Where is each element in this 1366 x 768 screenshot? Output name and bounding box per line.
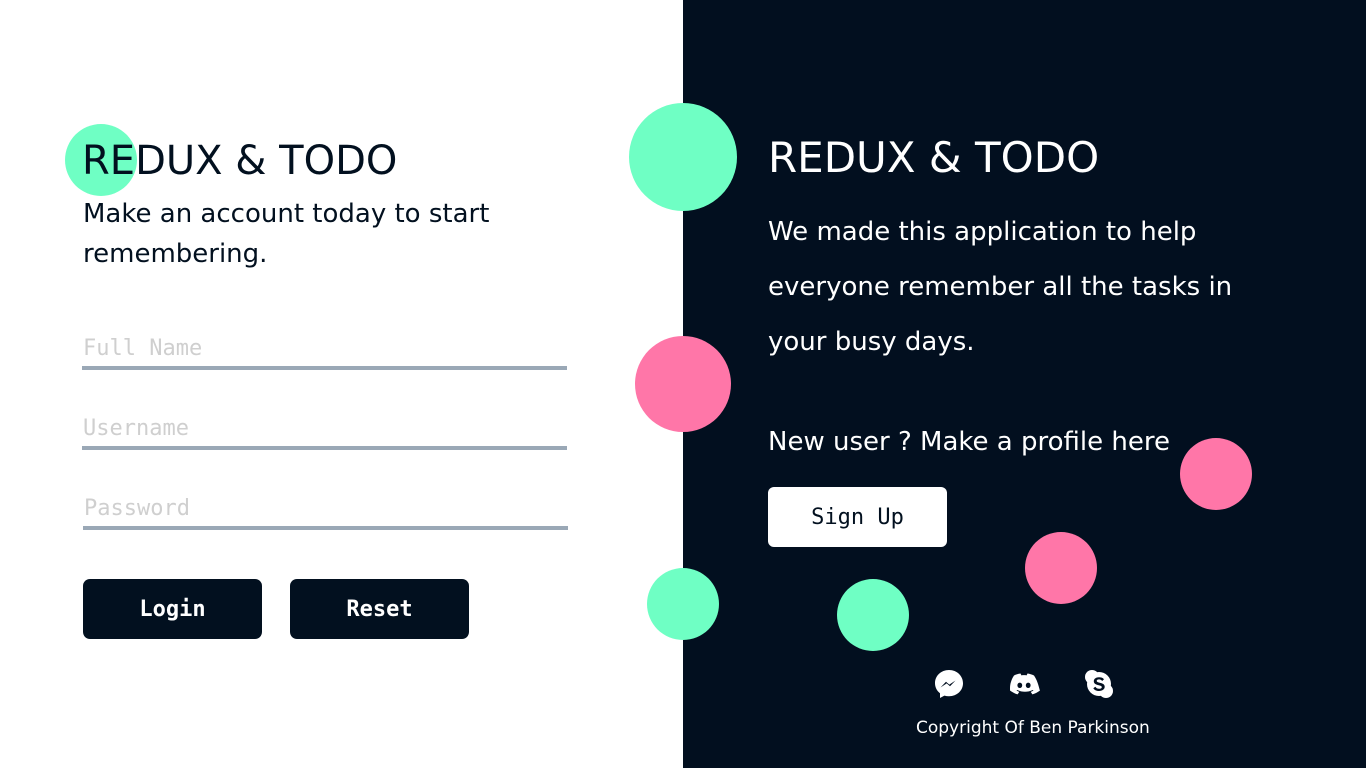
decorative-circle-pink <box>1180 438 1252 510</box>
password-input[interactable] <box>83 490 568 530</box>
info-description: We made this application to help everyon… <box>768 217 1233 357</box>
sign-up-button[interactable]: Sign Up <box>768 487 947 547</box>
full-name-input[interactable] <box>82 330 567 370</box>
login-panel: REDUX & TODO Make an account today to st… <box>0 0 683 768</box>
copyright-text: Copyright Of Ben Parkinson <box>916 718 1150 738</box>
social-links <box>933 668 1118 702</box>
page: REDUX & TODO Make an account today to st… <box>0 0 1366 768</box>
username-input[interactable] <box>82 410 567 450</box>
info-panel: REDUX & TODO We made this application to… <box>683 0 1366 768</box>
decorative-circle-green <box>647 568 719 640</box>
new-user-prompt: New user ? Make a profile here <box>768 427 1170 457</box>
login-tagline: Make an account today to start rememberi… <box>83 199 490 269</box>
decorative-circle-green <box>837 579 909 651</box>
login-app-title: REDUX & TODO <box>82 138 398 184</box>
login-button[interactable]: Login <box>83 579 262 639</box>
info-app-title: REDUX & TODO <box>768 133 1100 182</box>
decorative-circle-pink <box>635 336 731 432</box>
messenger-icon[interactable] <box>933 668 965 700</box>
decorative-circle-green <box>629 103 737 211</box>
discord-icon[interactable] <box>1008 668 1040 700</box>
decorative-circle-pink <box>1025 532 1097 604</box>
skype-icon[interactable] <box>1083 668 1115 700</box>
reset-button[interactable]: Reset <box>290 579 469 639</box>
